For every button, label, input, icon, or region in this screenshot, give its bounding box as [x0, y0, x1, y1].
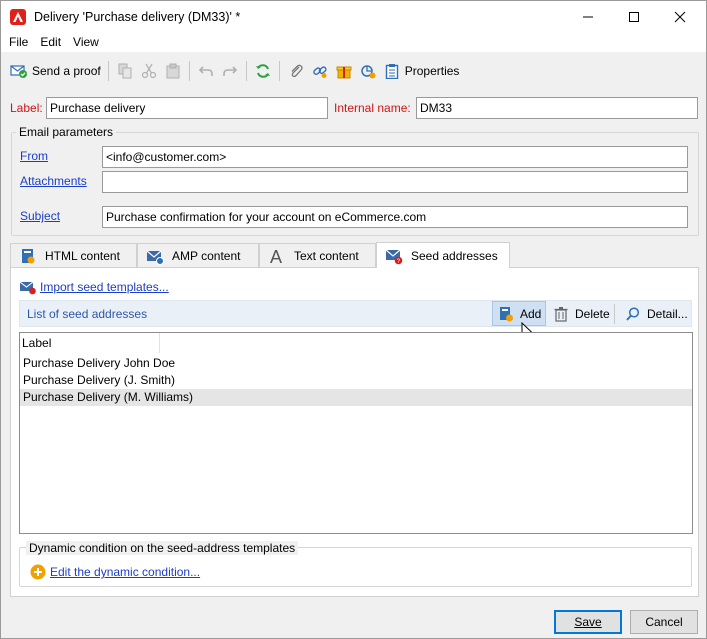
- send-proof-label: Send a proof: [32, 64, 101, 78]
- edit-dynamic-condition[interactable]: Edit the dynamic condition...: [29, 563, 200, 581]
- tab-seed-addresses-label: Seed addresses: [411, 248, 498, 263]
- trash-icon: [552, 305, 570, 323]
- import-icon: [19, 278, 37, 296]
- maximize-icon: [629, 11, 639, 22]
- seed-list-title: List of seed addresses: [27, 307, 148, 321]
- menu-bar: File Edit View: [1, 32, 706, 52]
- add-icon: [497, 305, 515, 323]
- list-item[interactable]: Purchase Delivery (J. Smith): [20, 372, 692, 389]
- attachment-button[interactable]: [284, 60, 308, 82]
- amp-content-icon: [146, 247, 164, 265]
- tab-html-content-label: HTML content: [45, 249, 120, 263]
- toolbar-separator: [245, 61, 247, 81]
- column-header-label[interactable]: Label: [20, 333, 160, 353]
- toolbar-separator: [278, 61, 280, 81]
- clipboard-icon: [383, 62, 401, 80]
- window-title: Delivery 'Purchase delivery (DM33)' *: [34, 9, 241, 24]
- add-circle-icon: [29, 563, 47, 581]
- redo-button[interactable]: [218, 60, 242, 82]
- detail-button[interactable]: Detail...: [620, 301, 692, 326]
- label-caption: Label:: [10, 101, 43, 115]
- refresh-button[interactable]: [251, 60, 275, 82]
- tab-text-content[interactable]: A Text content: [259, 243, 376, 268]
- offer-button[interactable]: [332, 60, 356, 82]
- redo-icon: [221, 62, 239, 80]
- tab-html-content[interactable]: HTML content: [10, 243, 137, 268]
- properties-label: Properties: [404, 64, 460, 78]
- tab-amp-content-label: AMP content: [172, 249, 241, 263]
- attachments-field[interactable]: [102, 171, 688, 193]
- gift-icon: [335, 62, 353, 80]
- detail-label: Detail...: [647, 306, 688, 321]
- properties-button[interactable]: Properties: [380, 60, 463, 82]
- internal-name-field[interactable]: DM33: [416, 97, 698, 119]
- menu-edit[interactable]: Edit: [40, 35, 61, 49]
- tab-text-content-label: Text content: [294, 249, 359, 263]
- analysis-icon: [359, 62, 377, 80]
- close-button[interactable]: [657, 1, 703, 32]
- link-button[interactable]: [308, 60, 332, 82]
- dynamic-condition-title: Dynamic condition on the seed-address te…: [26, 541, 299, 555]
- close-icon: [674, 11, 686, 22]
- send-proof-icon: [10, 62, 28, 80]
- attachments-link[interactable]: Attachments: [20, 174, 87, 188]
- add-button[interactable]: Add: [492, 301, 547, 326]
- svg-text:A: A: [270, 247, 282, 265]
- import-seed-templates-link[interactable]: Import seed templates...: [40, 280, 169, 294]
- edit-dynamic-condition-link[interactable]: Edit the dynamic condition...: [50, 565, 200, 579]
- cancel-label: Cancel: [645, 615, 683, 629]
- copy-button[interactable]: [113, 60, 137, 82]
- import-seed-templates[interactable]: Import seed templates...: [19, 278, 169, 296]
- label-field[interactable]: Purchase delivery: [46, 97, 328, 119]
- minimize-button[interactable]: [565, 1, 611, 32]
- subject-field[interactable]: Purchase confirmation for your account o…: [102, 206, 688, 228]
- from-link[interactable]: From: [20, 149, 48, 163]
- paste-icon: [164, 62, 182, 80]
- toolbar: Send a proof Properties: [1, 56, 706, 86]
- list-item[interactable]: Purchase Delivery John Doe: [20, 355, 692, 372]
- undo-icon: [197, 62, 215, 80]
- seed-list-toolbar: List of seed addresses Add Delete Detail…: [19, 300, 692, 327]
- html-content-icon: [19, 247, 37, 265]
- cancel-button[interactable]: Cancel: [630, 610, 698, 634]
- delivery-window: Delivery 'Purchase delivery (DM33)' * Fi…: [0, 0, 707, 639]
- menu-view[interactable]: View: [73, 35, 99, 49]
- internal-name-caption: Internal name:: [334, 101, 411, 115]
- minimize-icon: [583, 16, 593, 17]
- delete-label: Delete: [575, 306, 610, 321]
- tab-amp-content[interactable]: AMP content: [137, 243, 259, 268]
- toolbar-separator: [107, 61, 109, 81]
- title-bar: Delivery 'Purchase delivery (DM33)' *: [1, 1, 706, 32]
- seed-addresses-list[interactable]: Label Purchase Delivery John Doe Purchas…: [19, 332, 693, 534]
- add-label: Add: [520, 306, 542, 321]
- text-content-icon: A: [268, 247, 286, 265]
- paperclip-icon: [287, 62, 305, 80]
- subject-link[interactable]: Subject: [20, 209, 60, 223]
- copy-icon: [116, 62, 134, 80]
- seed-addresses-icon: ?: [385, 247, 403, 265]
- menu-file[interactable]: File: [9, 35, 28, 49]
- adobe-icon: [10, 8, 26, 25]
- send-proof-button[interactable]: Send a proof: [7, 60, 104, 82]
- link-icon: [311, 62, 329, 80]
- save-label: Save: [574, 615, 602, 629]
- maximize-button[interactable]: [611, 1, 657, 32]
- magnifier-icon: [624, 305, 642, 323]
- cut-button[interactable]: [137, 60, 161, 82]
- toolbar-separator: [188, 61, 190, 81]
- list-item[interactable]: Purchase Delivery (M. Williams): [20, 389, 692, 406]
- from-field[interactable]: <info@customer.com>: [102, 146, 688, 168]
- delete-button[interactable]: Delete: [548, 301, 614, 326]
- tab-seed-addresses[interactable]: ? Seed addresses: [376, 242, 510, 268]
- cut-icon: [140, 62, 158, 80]
- save-button[interactable]: Save: [554, 610, 622, 634]
- undo-button[interactable]: [194, 60, 218, 82]
- list-toolbar-separator: [614, 304, 615, 324]
- paste-button[interactable]: [161, 60, 185, 82]
- delivery-analysis-button[interactable]: [356, 60, 380, 82]
- email-parameters-title: Email parameters: [16, 125, 117, 139]
- refresh-icon: [254, 62, 272, 80]
